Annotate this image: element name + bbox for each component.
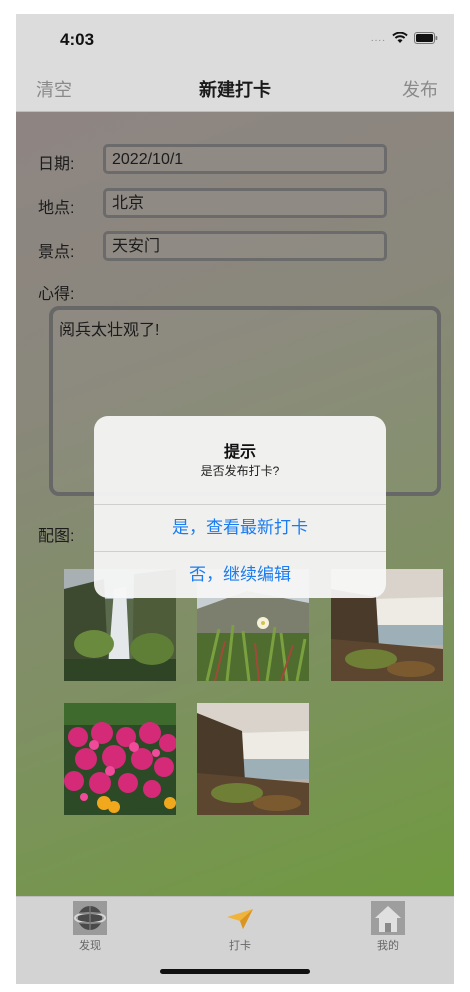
images-label: 配图: [38, 528, 75, 545]
tab-checkin-label: 打卡 [229, 940, 251, 952]
home-indicator [160, 969, 310, 974]
signal-indicator: .... [370, 32, 386, 44]
tab-bar: 发现 打卡 我的 [16, 896, 454, 984]
status-icons: .... [371, 32, 438, 44]
tab-discover-label: 发现 [79, 940, 101, 952]
publish-button[interactable]: 发布 [402, 76, 438, 102]
battery-icon [414, 32, 438, 44]
tab-discover[interactable]: 发现 [50, 901, 130, 953]
navigation-bar: 清空 新建打卡 发布 [16, 66, 454, 112]
globe-icon [73, 901, 107, 935]
clear-button[interactable]: 清空 [36, 76, 72, 102]
place-field[interactable]: 北京 [103, 188, 387, 218]
tab-mine[interactable]: 我的 [348, 901, 428, 953]
notes-label: 心得: [38, 286, 75, 303]
date-label: 日期: [38, 156, 75, 173]
place-label: 地点: [38, 200, 75, 217]
tab-checkin[interactable]: 打卡 [200, 901, 280, 953]
alert-title: 提示 [223, 444, 256, 461]
phone-screen: 4:03 .... 清空 新建打卡 发布 日期: 2022/10/1 地点: 北… [16, 14, 454, 984]
status-bar: 4:03 .... [16, 14, 454, 66]
home-icon [371, 901, 405, 935]
continue-editing-button[interactable]: 否，继续编辑 [94, 552, 386, 598]
wifi-icon [392, 32, 408, 44]
confirm-view-latest-button[interactable]: 是，查看最新打卡 [94, 505, 386, 551]
page-title: 新建打卡 [199, 80, 271, 100]
alert-message: 是否发布打卡? [200, 464, 280, 478]
tab-mine-label: 我的 [377, 940, 399, 952]
date-field[interactable]: 2022/10/1 [103, 144, 387, 174]
publish-alert-dialog: 提示 是否发布打卡? 是，查看最新打卡 否，继续编辑 [94, 416, 386, 598]
waterfall-rocks-photo-2[interactable] [197, 703, 309, 815]
pink-flowers-photo[interactable] [64, 703, 176, 815]
scenic-spot-label: 景点: [38, 244, 75, 261]
status-time: 4:03 [60, 30, 95, 49]
scenic-spot-field[interactable]: 天安门 [103, 231, 387, 261]
paper-plane-icon [223, 901, 257, 935]
